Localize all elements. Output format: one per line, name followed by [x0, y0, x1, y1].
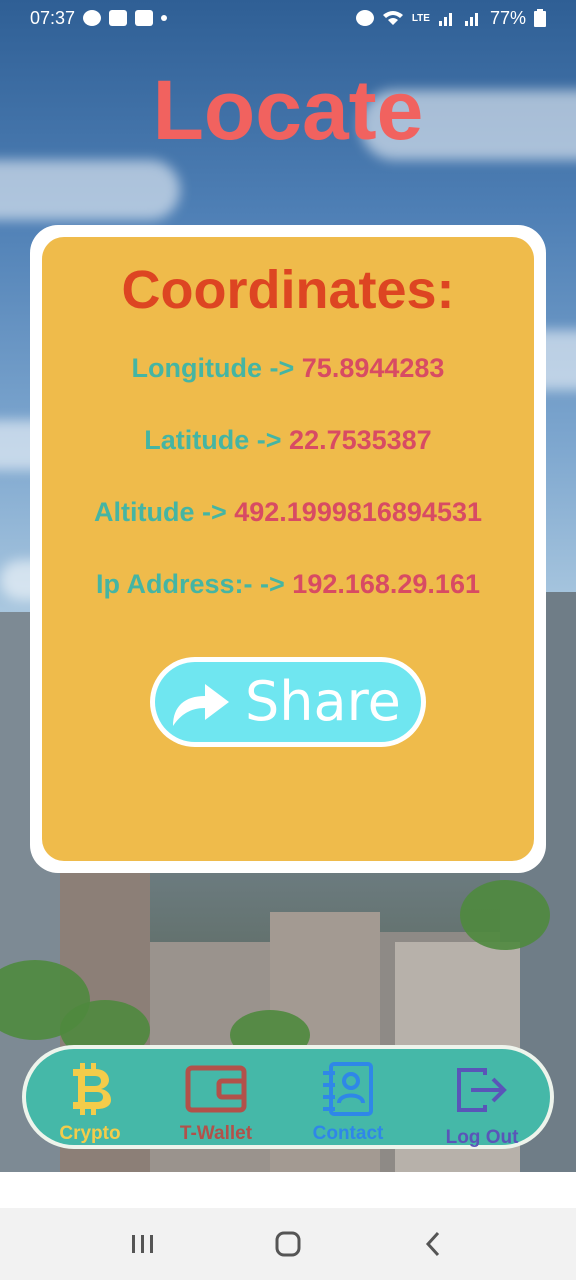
- back-icon: [426, 1231, 440, 1257]
- battery-icon: [534, 9, 546, 27]
- longitude-row: Longitude -> 75.8944283: [42, 353, 534, 384]
- nav-item-t-wallet[interactable]: T-Wallet: [156, 1055, 276, 1145]
- dot-icon: [161, 15, 168, 21]
- logout-icon: [457, 1068, 507, 1112]
- battery-text: 77%: [489, 7, 526, 28]
- gallery-icon: [109, 10, 128, 26]
- back-button[interactable]: [403, 1219, 463, 1269]
- ip-address-row: Ip Address:- -> 192.168.29.161: [42, 569, 534, 600]
- nav-label-log-out: Log Out: [445, 1127, 519, 1148]
- contact-book-icon: [323, 1062, 373, 1116]
- wifi-icon: [382, 11, 403, 25]
- video-icon: [135, 10, 154, 26]
- coordinates-heading: Coordinates:: [121, 260, 455, 320]
- signal-icon: [464, 13, 478, 26]
- nav-item-contact[interactable]: Contact: [288, 1055, 408, 1145]
- status-time: 07:37: [30, 7, 76, 28]
- altitude-value: 492.1999816894531: [234, 497, 482, 527]
- share-button[interactable]: Share: [150, 657, 426, 747]
- recent-apps-button[interactable]: [113, 1219, 173, 1269]
- nav-item-log-out[interactable]: Log Out: [422, 1055, 542, 1148]
- share-arrow-icon: [173, 684, 229, 726]
- home-button[interactable]: [258, 1219, 318, 1269]
- share-label: Share: [245, 670, 401, 733]
- share-button-body[interactable]: Share: [155, 662, 421, 742]
- wallet-icon: [185, 1065, 247, 1113]
- coordinates-card: Coordinates: Longitude -> 75.8944283 Lat…: [42, 237, 534, 861]
- signal-icon: [438, 13, 452, 26]
- ip-address-value: 192.168.29.161: [292, 569, 480, 599]
- altitude-row: Altitude -> 492.1999816894531: [42, 497, 534, 528]
- nav-label-crypto: Crypto: [59, 1123, 121, 1144]
- home-icon: [275, 1231, 301, 1257]
- nav-item-crypto[interactable]: Crypto: [30, 1055, 150, 1145]
- latitude-value: 22.7535387: [289, 425, 432, 455]
- page-title: Locate: [152, 63, 424, 157]
- alarm-icon: [355, 10, 374, 26]
- latitude-label: Latitude ->: [144, 425, 290, 455]
- navigation-icon: [83, 10, 102, 26]
- nav-label-t-wallet: T-Wallet: [179, 1123, 253, 1144]
- altitude-label: Altitude ->: [93, 497, 235, 527]
- latitude-row: Latitude -> 22.7535387: [42, 425, 534, 456]
- volte-icon: LTE: [411, 12, 430, 24]
- bitcoin-icon: [73, 1063, 111, 1115]
- longitude-value: 75.8944283: [301, 353, 445, 383]
- longitude-label: Longitude ->: [131, 353, 302, 383]
- system-nav-bar: [0, 1208, 576, 1280]
- nav-label-contact: Contact: [312, 1123, 384, 1144]
- status-bar: 07:37 LTE 77%: [0, 0, 576, 36]
- recent-apps-icon: [131, 1235, 153, 1253]
- ip-address-label: Ip Address:- ->: [96, 569, 293, 599]
- bottom-nav: Crypto T-Wallet Contact Log Out: [26, 1049, 550, 1148]
